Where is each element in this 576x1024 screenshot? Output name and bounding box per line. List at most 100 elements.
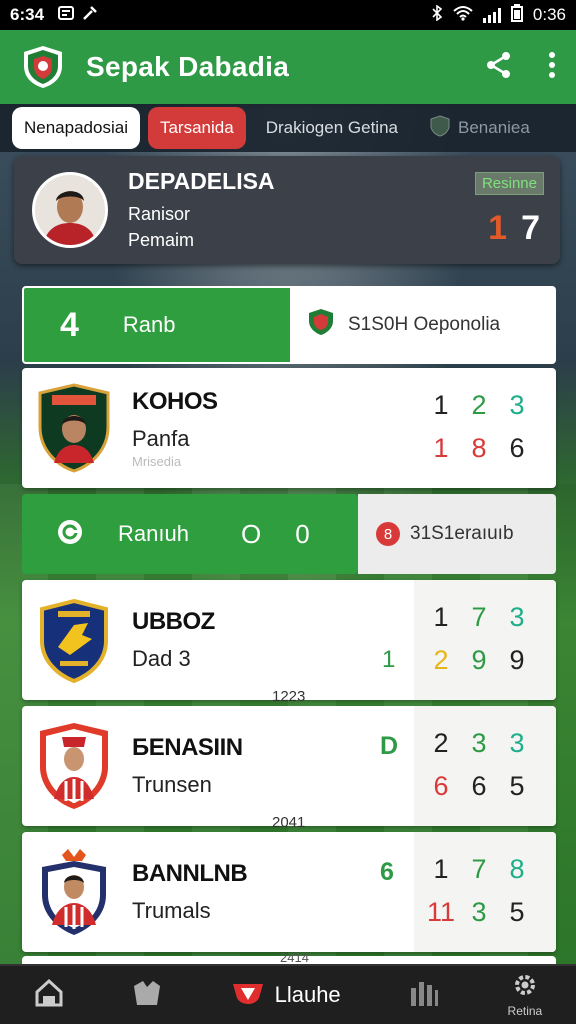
next-card-peek-label: 2414 (280, 950, 309, 965)
status-bar: 6:34 0:36 (0, 0, 576, 30)
team-card-kohos[interactable]: KOHOS Panfa Mrisedia 1 2 3 1 8 6 (22, 368, 556, 488)
stat-cell: 8 (509, 854, 525, 884)
bottom-nav: Llauhe Retina (0, 964, 576, 1024)
rank-circle-icon (56, 518, 84, 551)
signal-icon (482, 7, 501, 23)
team-name: ƂENASIIN (132, 734, 243, 761)
nav-settings[interactable]: Retina (507, 973, 543, 1018)
nav-home[interactable] (34, 978, 64, 1013)
app-title: Sepak Dabadia (86, 51, 290, 82)
rank-bar-2-left: Ranıuh O 0 (22, 494, 358, 574)
rank-label: Ranb (122, 312, 176, 337)
profile-badge: Resinne (474, 172, 544, 195)
stat-cell: 2 (471, 390, 487, 420)
stats-grid: 1 7 3 2 9 9 (422, 602, 536, 676)
nav-settings-label: Retina (507, 1003, 543, 1018)
bluetooth-icon (431, 3, 443, 26)
status-clock-right: 0:36 (532, 5, 566, 24)
app-bar: Sepak Dabadia (0, 30, 576, 104)
rank-bar-1-left: 4 Ranb (22, 286, 292, 364)
notification-tool-icon (82, 5, 98, 26)
team-extra-value: D (380, 732, 399, 760)
stat-cell: 1 (433, 433, 449, 463)
rank-bar-1-right: S1S0H Oeponolia (292, 286, 556, 364)
stat-cell: 5 (509, 771, 525, 801)
stats-grid: 1 2 3 1 8 6 (422, 390, 536, 464)
notification-box-icon (58, 5, 75, 26)
score-b: 0 (295, 518, 310, 549)
stat-cell: 11 (426, 897, 456, 927)
stat-cell: 9 (509, 645, 525, 675)
stat-cell: 3 (509, 728, 525, 758)
tab-bar: Nenapadosiai Tarsanida Drakiogen Getina … (0, 104, 576, 152)
wifi-icon (453, 5, 473, 26)
stats-grid: 2 3 3 6 6 5 (422, 728, 536, 802)
app-logo-icon (20, 44, 66, 90)
tab-benaniea[interactable]: Benaniea (418, 107, 542, 149)
stat-cell: 1 (433, 390, 449, 420)
tab-drakiogen-getina[interactable]: Drakiogen Getina (254, 107, 410, 149)
main-content: DEPADELISA Ranisor Pemaim Resinne 17 4 R… (14, 156, 562, 966)
nav-active-label: Llauhe (274, 982, 341, 1007)
team-subtitle: Panfa (132, 425, 190, 451)
nav-stats[interactable] (408, 978, 440, 1013)
team-above-label: 1223 (272, 688, 306, 705)
tab-shield-icon (430, 114, 450, 142)
battery-icon (510, 3, 523, 27)
stat-cell: 3 (471, 728, 487, 758)
team-subtitle: Trumals (132, 898, 211, 923)
share-icon[interactable] (484, 50, 514, 85)
red-badge: 8 (376, 522, 400, 546)
team-name: BANNLNB (132, 860, 248, 887)
club-shield-icon (231, 980, 265, 1010)
tab-nenapadosiai[interactable]: Nenapadosiai (12, 107, 140, 149)
nav-teams[interactable] (131, 978, 163, 1013)
rank-bar-1-text: S1S0H Oeponolia (348, 314, 501, 335)
rank-bar-1[interactable]: 4 Ranb S1S0H Oeponolia (22, 286, 556, 364)
team-card-benasiin[interactable]: 1223 ƂENASIIN Trunsen D 2 3 3 6 6 5 (22, 688, 556, 826)
status-time: 6:34 (10, 5, 45, 24)
team-note: Mrisedia (132, 453, 182, 469)
stat-cell: 6 (433, 771, 449, 801)
rank-bar-2[interactable]: Ranıuh O 0 8 31S1eraıuıb (22, 494, 556, 574)
stat-cell: 1 (433, 854, 449, 884)
team-crest-benasiin-icon (38, 721, 110, 811)
home-icon (34, 978, 64, 1013)
stat-cell: 7 (471, 602, 487, 632)
stat-cell: 3 (509, 602, 525, 632)
nav-llauhe[interactable]: Llauhe (231, 980, 341, 1010)
team-subtitle: Trunsen (132, 772, 212, 797)
team-crest-bannlnb-icon (38, 847, 110, 937)
rank-number: 4 (60, 305, 79, 344)
rank-label-2: Ranıuh (118, 521, 189, 546)
stats-grid: 1 7 8 11 3 5 (422, 854, 536, 928)
team-subtitle: Dad 3 (132, 646, 191, 671)
score-a: O (240, 518, 262, 549)
flag-icon (131, 978, 163, 1013)
team-extra-value: 6 (380, 858, 394, 886)
more-options-icon[interactable] (548, 51, 556, 84)
profile-score-a: 1 (488, 209, 522, 247)
profile-name: DEPADELISA (128, 167, 275, 194)
team-name: UBBOZ (132, 608, 215, 635)
rank-bar-2-right: 8 31S1eraıuıb (358, 494, 556, 574)
team-name: KOHOS (132, 387, 218, 415)
team-card-bannlnb[interactable]: 2041 BANNLNB Trumals 6 1 7 8 11 3 5 (22, 814, 556, 952)
team-above-label: 2041 (272, 814, 306, 831)
rank-bar-2-text: 31S1eraıuıb (410, 523, 514, 544)
profile-line-1: Ranisor (128, 203, 191, 224)
stat-cell: 2 (433, 728, 449, 758)
team-extra-value: 1 (382, 646, 396, 673)
stat-cell: 3 (471, 897, 487, 927)
stat-cell: 9 (471, 645, 487, 675)
stat-cell: 1 (433, 602, 449, 632)
tab-benaniea-label: Benaniea (458, 118, 530, 137)
team-card-ubboz[interactable]: UBBOZ Dad 3 1 1 7 3 2 9 9 (22, 580, 556, 700)
team-crest-kohos-icon (38, 383, 110, 473)
stat-cell: 2 (433, 645, 449, 675)
player-profile-card[interactable]: DEPADELISA Ranisor Pemaim Resinne 17 (14, 156, 560, 264)
stat-cell: 5 (509, 897, 525, 927)
stat-cell: 8 (471, 433, 487, 463)
tab-tarsanida[interactable]: Tarsanida (147, 107, 246, 149)
team-crest-small-icon (308, 308, 334, 342)
